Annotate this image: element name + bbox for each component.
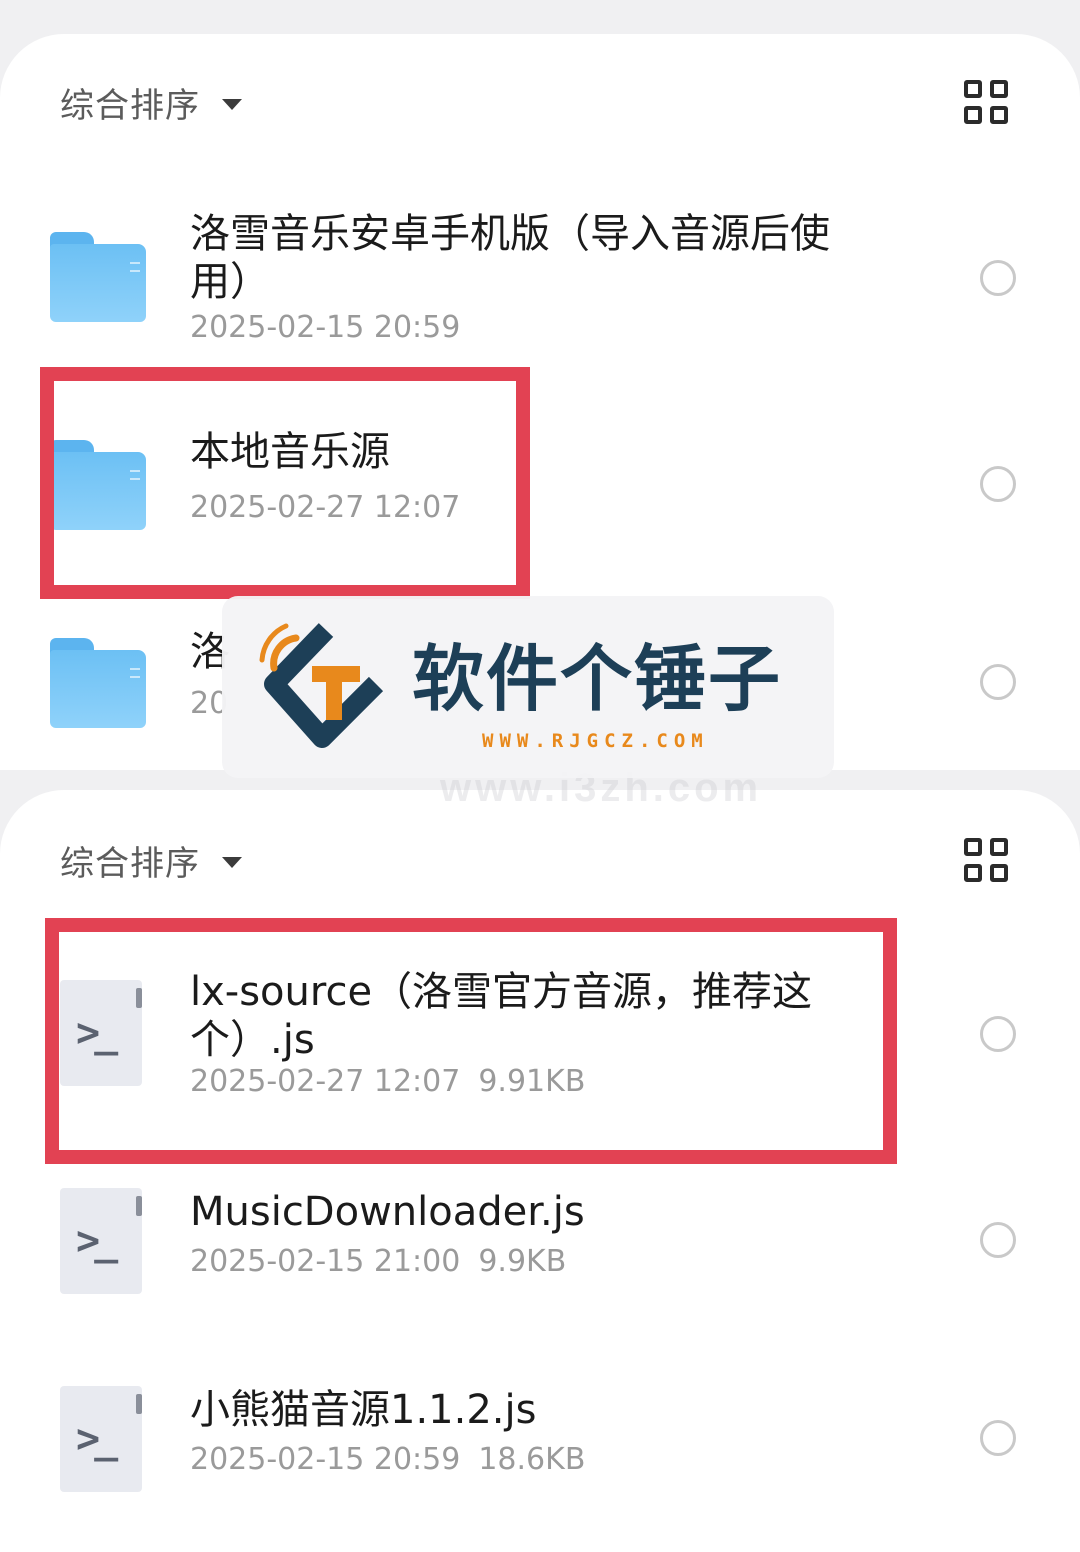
item-size: 18.6KB (478, 1442, 586, 1477)
list-item-folder[interactable]: 本地音乐源 2025-02-27 12:07 (0, 424, 1080, 564)
select-radio[interactable] (980, 1420, 1016, 1456)
sort-label: 综合排序 (60, 85, 200, 126)
list-item-script[interactable]: >_ lx-source（洛雪官方音源，推荐这个）.js 2025-02-27 … (0, 966, 1080, 1116)
item-date: 2025-02-15 20:59 (190, 310, 461, 345)
select-radio[interactable] (980, 466, 1016, 502)
item-name: MusicDownloader.js (190, 1189, 585, 1235)
watermark-overlay: 软件个锤子 WWW.RJGCZ.COM (222, 596, 834, 778)
select-radio[interactable] (980, 664, 1016, 700)
script-file-icon: >_ (52, 1188, 152, 1296)
caret-down-icon (222, 98, 242, 110)
item-size: 9.91KB (478, 1064, 586, 1099)
item-date: 2025-02-15 20:59 (190, 1442, 461, 1477)
item-name: 洛雪音乐安卓手机版（导入音源后使用） (190, 211, 830, 305)
select-radio[interactable] (980, 1222, 1016, 1258)
sort-label: 综合排序 (60, 843, 200, 884)
item-name: 本地音乐源 (190, 429, 390, 475)
list-item-script[interactable]: >_ MusicDownloader.js 2025-02-15 21:00 9… (0, 1188, 1080, 1308)
folder-icon (48, 440, 148, 532)
folder-icon (48, 232, 148, 324)
select-radio[interactable] (980, 1016, 1016, 1052)
watermark-title: 软件个锤子 (412, 637, 783, 721)
caret-down-icon (222, 856, 242, 868)
folder-icon (48, 638, 148, 730)
hammer-logo-icon (259, 623, 384, 748)
item-date: 2025-02-15 21:00 (190, 1244, 461, 1279)
list-item-script[interactable]: >_ 小熊猫音源1.1.2.js 2025-02-15 20:59 18.6KB (0, 1386, 1080, 1506)
item-name: lx-source（洛雪官方音源，推荐这个）.js (190, 969, 813, 1063)
select-radio[interactable] (980, 260, 1016, 296)
watermark-url: WWW.RJGCZ.COM (482, 730, 709, 752)
item-date: 2025-02-27 12:07 (190, 490, 461, 525)
grid-view-icon[interactable] (964, 80, 1008, 124)
script-file-icon: >_ (52, 980, 152, 1088)
script-file-icon: >_ (52, 1386, 152, 1494)
item-name: 小熊猫音源1.1.2.js (190, 1387, 537, 1433)
sort-dropdown[interactable]: 综合排序 (60, 832, 242, 888)
item-size: 9.9KB (478, 1244, 567, 1279)
item-date: 2025-02-27 12:07 (190, 1064, 461, 1099)
file-list-panel-bottom: 综合排序 >_ lx-source（洛雪官方音源，推荐这个）.js 2025-0… (0, 790, 1080, 1552)
sort-dropdown[interactable]: 综合排序 (60, 74, 242, 130)
list-item-folder[interactable]: 洛雪音乐安卓手机版（导入音源后使用） 2025-02-15 20:59 (0, 204, 1080, 354)
grid-view-icon[interactable] (964, 838, 1008, 882)
